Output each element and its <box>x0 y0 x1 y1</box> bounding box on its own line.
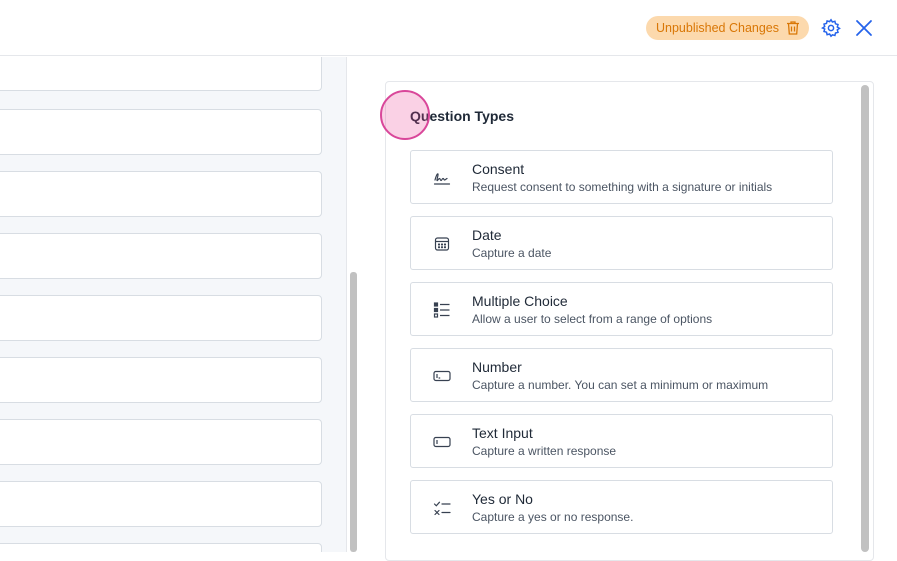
question-type-label: Text Input <box>472 425 533 441</box>
close-icon[interactable] <box>854 18 874 38</box>
form-field[interactable] <box>0 295 322 341</box>
question-type-date[interactable]: Date Capture a date <box>410 216 833 270</box>
form-field[interactable] <box>0 543 322 552</box>
list-icon <box>433 302 450 318</box>
form-field[interactable] <box>0 57 322 91</box>
top-bar: Unpublished Changes <box>0 0 897 56</box>
form-fields-pane <box>0 57 347 552</box>
question-type-label: Multiple Choice <box>472 293 568 309</box>
calendar-icon <box>434 237 450 251</box>
question-type-description: Capture a written response <box>472 444 617 458</box>
question-type-number[interactable]: Number Capture a number. You can set a m… <box>410 348 833 402</box>
number-input-icon <box>433 370 451 382</box>
question-type-description: Capture a number. You can set a minimum … <box>472 378 769 392</box>
question-type-yes-no[interactable]: Yes or No Capture a yes or no response. <box>410 480 833 534</box>
question-type-description: Capture a yes or no response. <box>472 510 634 524</box>
text-input-icon <box>433 436 451 448</box>
gear-icon[interactable] <box>821 18 841 38</box>
status-badge-label: Unpublished Changes <box>656 21 780 35</box>
form-field[interactable] <box>0 109 322 155</box>
signature-icon <box>433 173 451 185</box>
question-type-label: Consent <box>472 161 525 177</box>
question-type-label: Date <box>472 227 502 243</box>
cursor-highlight <box>380 90 430 140</box>
form-field[interactable] <box>0 233 322 279</box>
form-field[interactable] <box>0 357 322 403</box>
form-field[interactable] <box>0 419 322 465</box>
question-type-consent[interactable]: Consent Request consent to something wit… <box>410 150 833 204</box>
question-type-label: Number <box>472 359 522 375</box>
form-field[interactable] <box>0 171 322 217</box>
panel-scrollbar[interactable] <box>861 85 869 552</box>
question-type-description: Capture a date <box>472 246 552 260</box>
trash-icon[interactable] <box>786 20 800 36</box>
question-type-description: Allow a user to select from a range of o… <box>472 312 713 326</box>
form-field[interactable] <box>0 481 322 527</box>
unpublished-changes-badge[interactable]: Unpublished Changes <box>646 16 809 40</box>
check-x-icon <box>433 501 451 516</box>
question-type-label: Yes or No <box>472 491 533 507</box>
question-type-description: Request consent to something with a sign… <box>472 180 773 194</box>
question-type-text-input[interactable]: Text Input Capture a written response <box>410 414 833 468</box>
left-pane-scrollbar[interactable] <box>350 272 357 552</box>
question-type-multiple-choice[interactable]: Multiple Choice Allow a user to select f… <box>410 282 833 336</box>
